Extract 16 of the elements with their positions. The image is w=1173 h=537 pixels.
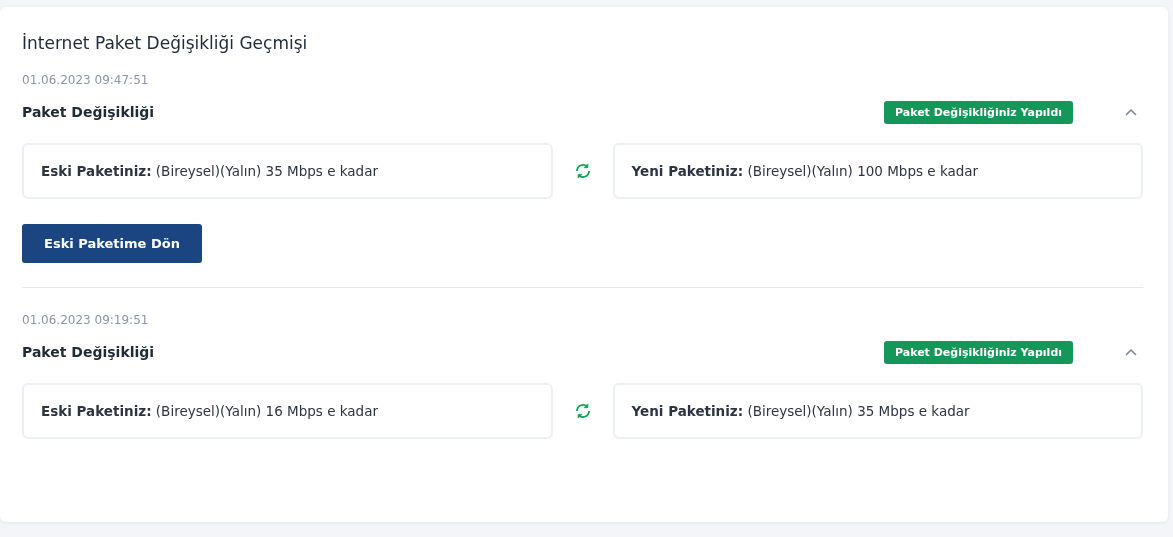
refresh-icon <box>573 402 592 420</box>
revert-button[interactable]: Eski Paketime Dön <box>22 224 202 263</box>
status-badge: Paket Değişikliğiniz Yapıldı <box>884 340 1073 364</box>
chevron-up-icon[interactable] <box>1125 108 1137 116</box>
entry-heading: Paket Değişikliği <box>22 344 156 360</box>
chevron-up-icon[interactable] <box>1125 348 1137 356</box>
old-package-text: Eski Paketiniz: (Bireysel)(Yalın) 16 Mbps e kadar <box>41 403 378 419</box>
page-title: İnternet Paket Değişikliği Geçmişi <box>22 33 309 53</box>
entry-heading: Paket Değişikliği <box>22 104 156 120</box>
new-package-text: Yeni Paketiniz: (Bireysel)(Yalın) 100 Mbps e kadar <box>631 163 979 179</box>
old-package-text: Eski Paketiniz: (Bireysel)(Yalın) 35 Mbps e kadar <box>41 163 378 179</box>
timestamp: 01.06.2023 09:47:51 <box>22 73 150 87</box>
refresh-icon <box>573 162 592 180</box>
timestamp: 01.06.2023 09:19:51 <box>22 313 150 327</box>
new-package-text: Yeni Paketiniz: (Bireysel)(Yalın) 35 Mbps e kadar <box>631 403 970 419</box>
status-badge: Paket Değişikliğiniz Yapıldı <box>884 100 1073 124</box>
